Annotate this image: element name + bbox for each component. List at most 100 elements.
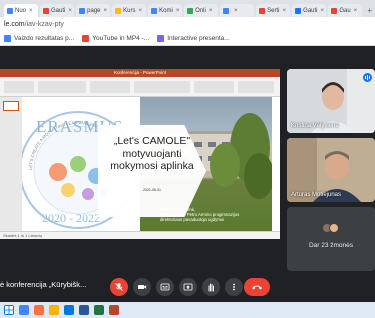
logo-figure bbox=[61, 183, 75, 197]
folder-taskbar-icon[interactable] bbox=[49, 305, 59, 315]
tab-label: Onli bbox=[195, 7, 206, 14]
slide-authors: Kristina Vėlyvienė, Marijampolės Petro A… bbox=[160, 207, 240, 223]
tab-label: Gauti bbox=[303, 7, 318, 14]
tab-favicon-icon bbox=[115, 7, 122, 14]
browser-tab[interactable]: Gau × bbox=[328, 4, 363, 17]
more-participants-label: Dar 23 žmonės bbox=[308, 242, 354, 249]
tab-label: Gau bbox=[339, 7, 351, 14]
address-bar[interactable]: le.com/iav-kzav-pty bbox=[0, 17, 375, 32]
present-button[interactable] bbox=[179, 278, 197, 296]
tab-favicon-icon bbox=[7, 7, 13, 14]
logo-figure bbox=[70, 156, 86, 172]
tab-close-icon[interactable]: × bbox=[29, 8, 33, 14]
powerpoint-taskbar-icon[interactable] bbox=[109, 305, 119, 315]
tab-label: page bbox=[87, 7, 101, 14]
tab-label: Nuo bbox=[15, 7, 27, 14]
hand-icon bbox=[208, 283, 214, 292]
bookmark-label: Interactive presenta... bbox=[167, 35, 230, 42]
more-vert-icon bbox=[233, 283, 235, 291]
tab-close-icon[interactable]: × bbox=[234, 8, 238, 14]
powerpoint-title-bar: Konferencija - PowerPoint bbox=[0, 69, 280, 77]
browser-tab[interactable]: Gauti × bbox=[40, 4, 75, 17]
end-call-button[interactable] bbox=[244, 278, 270, 296]
present-icon bbox=[183, 283, 193, 291]
participant-name: Arturas Motiejunas bbox=[291, 192, 342, 198]
bookmarks-bar: Vaizdo rezultatas p... YouTube in MP4 -..… bbox=[0, 32, 375, 46]
url-host: le.com bbox=[4, 21, 25, 28]
youtube-icon bbox=[82, 35, 90, 42]
browser-tab[interactable]: Onli × bbox=[184, 4, 219, 17]
image-icon bbox=[4, 35, 11, 42]
meeting-stage: Konferencija - PowerPoint ERASMUS LET'S … bbox=[0, 47, 375, 272]
logo-figure bbox=[49, 163, 67, 181]
bookmark-label: YouTube in MP4 -... bbox=[92, 35, 150, 42]
participant-tile[interactable]: Arturas Motiejunas bbox=[287, 138, 375, 202]
logo-figure bbox=[82, 188, 94, 200]
tab-label: Gauti bbox=[51, 7, 66, 14]
shared-presentation: Konferencija - PowerPoint ERASMUS LET'S … bbox=[0, 69, 280, 239]
presentation-icon bbox=[157, 35, 165, 42]
tab-label: Kurs bbox=[123, 7, 136, 14]
start-button[interactable] bbox=[4, 305, 14, 315]
url-text[interactable]: le.com/iav-kzav-pty bbox=[4, 21, 64, 28]
logo-years: 2020 - 2022 bbox=[42, 211, 100, 225]
tab-close-icon[interactable]: × bbox=[209, 8, 213, 14]
slide-thumbnail[interactable] bbox=[3, 101, 19, 111]
participant-name: Kristina Vėlyvienė bbox=[291, 123, 339, 129]
more-options-button[interactable] bbox=[225, 278, 243, 296]
powerpoint-status-bar: Skaidrė 1 iš 1 Lietuvių bbox=[0, 231, 280, 239]
tab-close-icon[interactable]: × bbox=[104, 8, 108, 14]
chrome-taskbar-icon[interactable] bbox=[19, 305, 29, 315]
url-path: /iav-kzav-pty bbox=[24, 21, 64, 28]
new-tab-button[interactable]: + bbox=[364, 4, 375, 17]
slide-thumbnails bbox=[0, 97, 22, 231]
browser-tab[interactable]: page × bbox=[76, 4, 111, 17]
browser-tab[interactable]: Nuo × bbox=[4, 4, 38, 17]
os-taskbar bbox=[0, 302, 375, 318]
windows-icon bbox=[5, 306, 13, 314]
tab-favicon-icon bbox=[295, 7, 302, 14]
tab-close-icon[interactable]: × bbox=[139, 8, 143, 14]
browser-tab[interactable]: Komi × bbox=[148, 4, 183, 17]
tab-favicon-icon bbox=[223, 7, 230, 14]
end-call-icon bbox=[252, 285, 262, 290]
mic-off-button[interactable] bbox=[110, 278, 128, 296]
captions-icon bbox=[160, 283, 170, 291]
meeting-title: ė konferencija „Kūrybišk... bbox=[0, 280, 87, 289]
tab-label: Komi bbox=[159, 7, 173, 14]
tab-favicon-icon bbox=[187, 7, 194, 14]
browser-tab[interactable]: Kurs × bbox=[112, 4, 147, 17]
browser-tab[interactable]: Gauti × bbox=[292, 4, 327, 17]
bookmark-item[interactable]: YouTube in MP4 -... bbox=[82, 35, 149, 42]
tab-close-icon[interactable]: × bbox=[176, 8, 180, 14]
bookmark-item[interactable]: Vaizdo rezultatas p... bbox=[4, 35, 74, 42]
tab-favicon-icon bbox=[79, 7, 86, 14]
browser-tab[interactable]: Serti × bbox=[256, 4, 291, 17]
tab-close-icon[interactable]: × bbox=[68, 8, 72, 14]
mic-off-icon bbox=[115, 283, 123, 291]
participant-avatars bbox=[322, 223, 339, 233]
bookmark-item[interactable]: Interactive presenta... bbox=[157, 35, 230, 42]
word-taskbar-icon[interactable] bbox=[79, 305, 89, 315]
participant-tile[interactable]: Kristina Vėlyvienė bbox=[287, 69, 375, 133]
camera-icon bbox=[138, 285, 147, 289]
meet-window: Nuo × Gauti × page × Kurs × Komi × Onli × × Serti × Gau… bbox=[0, 0, 375, 318]
slide-date: 2021-06-01 bbox=[143, 188, 161, 192]
tab-favicon-icon bbox=[43, 7, 49, 14]
edge-taskbar-icon[interactable] bbox=[64, 305, 74, 315]
firefox-taskbar-icon[interactable] bbox=[34, 305, 44, 315]
tab-close-icon[interactable]: × bbox=[354, 8, 358, 14]
more-participants-tile[interactable]: Dar 23 žmonės bbox=[287, 207, 375, 271]
browser-tab[interactable]: × bbox=[220, 4, 255, 17]
tab-close-icon[interactable]: × bbox=[283, 8, 287, 14]
browser-tab-strip: Nuo × Gauti × page × Kurs × Komi × Onli × × Serti × Gau… bbox=[0, 0, 375, 17]
raise-hand-button[interactable] bbox=[202, 278, 220, 296]
slide-title: „Let's CAMOLE" motyvuojanti mokymosi apl… bbox=[110, 135, 194, 172]
captions-button[interactable] bbox=[156, 278, 174, 296]
tab-close-icon[interactable]: × bbox=[321, 8, 325, 14]
camera-button[interactable] bbox=[133, 278, 151, 296]
slide: ERASMUS LET'S CREATE A MOTIVATING LEARNI… bbox=[22, 97, 272, 231]
speaking-indicator-icon bbox=[363, 73, 372, 82]
powerpoint-ribbon bbox=[0, 77, 280, 97]
excel-taskbar-icon[interactable] bbox=[94, 305, 104, 315]
